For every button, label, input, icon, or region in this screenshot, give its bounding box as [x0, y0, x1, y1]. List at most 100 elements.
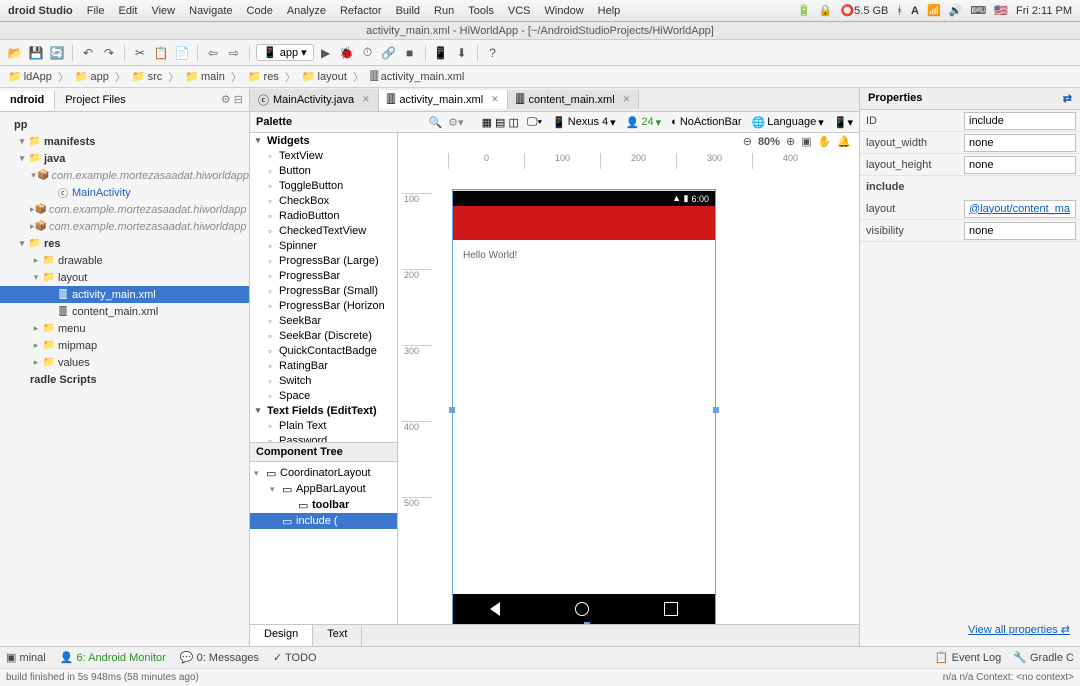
tree-item[interactable]: radle Scripts — [0, 371, 249, 388]
menu-help[interactable]: Help — [598, 5, 621, 17]
close-icon[interactable]: ✕ — [362, 94, 370, 105]
project-tab-files[interactable]: Project Files — [55, 91, 136, 109]
project-tree[interactable]: pp ▾📁manifests▾📁java▾📦com.example.mortez… — [0, 112, 249, 392]
device-select[interactable]: 📱Nexus 4▾ — [550, 116, 618, 129]
copy-icon[interactable]: 📋 — [152, 44, 170, 62]
forward-icon[interactable]: ⇨ — [225, 44, 243, 62]
menu-view[interactable]: View — [151, 5, 175, 17]
redo-icon[interactable]: ↷ — [100, 44, 118, 62]
palette-item[interactable]: ▫ProgressBar (Small) — [250, 283, 397, 298]
palette-item[interactable]: ▫QuickContactBadge — [250, 343, 397, 358]
property-value[interactable]: none — [964, 156, 1076, 174]
menu-code[interactable]: Code — [247, 5, 273, 17]
crumb[interactable]: 📁main — [181, 70, 229, 83]
palette-item[interactable]: ▫Plain Text — [250, 418, 397, 433]
pan-icon[interactable]: ✋ — [818, 135, 832, 148]
crumb[interactable]: 🀫activity_main.xml — [366, 70, 469, 83]
tree-item[interactable]: ▸📦com.example.mortezasaadat.hiworldapp (… — [0, 218, 249, 235]
debug-icon[interactable]: 🐞 — [338, 44, 356, 62]
profile-icon[interactable]: ⏱ — [359, 44, 377, 62]
file-tab[interactable]: ⓒMainActivity.java✕ — [250, 89, 379, 111]
back-icon[interactable]: ⇦ — [204, 44, 222, 62]
bottom-todo[interactable]: ✓ TODO — [273, 651, 317, 664]
attach-icon[interactable]: 🔗 — [380, 44, 398, 62]
expand-icon[interactable]: ⇄ — [1063, 92, 1072, 105]
bottom-eventlog[interactable]: 📋 Event Log — [935, 651, 1001, 664]
close-icon[interactable]: ✕ — [623, 94, 631, 105]
tree-item[interactable]: ▸📁menu — [0, 320, 249, 337]
menu-file[interactable]: File — [87, 5, 105, 17]
palette-item[interactable]: ▫ProgressBar (Large) — [250, 253, 397, 268]
close-icon[interactable]: ✕ — [491, 94, 499, 105]
tab-design[interactable]: Design — [250, 625, 313, 646]
palette-item[interactable]: ▫RatingBar — [250, 358, 397, 373]
bottom-gradle[interactable]: 🔧 Gradle C — [1013, 651, 1074, 664]
crumb[interactable]: 📁src — [128, 70, 166, 83]
undo-icon[interactable]: ↶ — [79, 44, 97, 62]
menu-build[interactable]: Build — [396, 5, 420, 17]
tree-item[interactable]: ▾📁java — [0, 150, 249, 167]
tree-item[interactable]: ▾📁res — [0, 235, 249, 252]
tree-item[interactable]: 🀫content_main.xml — [0, 303, 249, 320]
design-surface[interactable]: ⊖ 80% ⊕ ▣ ✋ 🔔 0100200300400 100200300400… — [398, 133, 859, 624]
palette-list[interactable]: ▾Widgets▫TextView▫Button▫ToggleButton▫Ch… — [250, 133, 397, 443]
tree-item[interactable]: ▸📁drawable — [0, 252, 249, 269]
notifications-icon[interactable]: 🔔 — [837, 135, 851, 148]
tree-item[interactable]: ▾📁manifests — [0, 133, 249, 150]
tree-item[interactable]: ▾📦com.example.mortezasaadat.hiworldapp — [0, 167, 249, 184]
open-icon[interactable]: 📂 — [6, 44, 24, 62]
palette-item[interactable]: ▫ProgressBar (Horizon — [250, 298, 397, 313]
gear-icon[interactable]: ⚙ ⊟ — [215, 93, 249, 106]
tree-item[interactable]: ▸📦com.example.mortezasaadat.hiworldapp (… — [0, 201, 249, 218]
avd-icon[interactable]: 📱 — [432, 44, 450, 62]
run-icon[interactable]: ▶ — [317, 44, 335, 62]
tree-item[interactable]: ▾📁layout — [0, 269, 249, 286]
crumb[interactable]: 📁res — [244, 70, 283, 83]
component-item[interactable]: ▭include ( — [250, 513, 397, 529]
bottom-terminal[interactable]: ▣ minal — [6, 651, 46, 664]
palette-item[interactable]: ▫SeekBar (Discrete) — [250, 328, 397, 343]
crumb[interactable]: 📁ldApp — [4, 70, 56, 83]
crumb[interactable]: 📁layout — [298, 70, 351, 83]
stop-icon[interactable]: ■ — [401, 44, 419, 62]
palette-item[interactable]: ▫Space — [250, 388, 397, 403]
sync-icon[interactable]: 🔄 — [48, 44, 66, 62]
palette-item[interactable]: ▫CheckedTextView — [250, 223, 397, 238]
menu-run[interactable]: Run — [434, 5, 454, 17]
menu-window[interactable]: Window — [545, 5, 584, 17]
orientation-icon[interactable]: 📱▾ — [832, 116, 855, 129]
zoom-in-icon[interactable]: ⊕ — [786, 135, 795, 148]
tree-item[interactable]: ▸📁mipmap — [0, 337, 249, 354]
help-icon[interactable]: ? — [484, 44, 502, 62]
menu-navigate[interactable]: Navigate — [189, 5, 232, 17]
app-menu[interactable]: droid Studio — [8, 5, 73, 17]
palette-gear-icon[interactable]: ⚙▾ — [448, 116, 463, 129]
menu-edit[interactable]: Edit — [119, 5, 138, 17]
tab-text[interactable]: Text — [313, 625, 362, 646]
palette-item[interactable]: ▫SeekBar — [250, 313, 397, 328]
component-item[interactable]: ▾▭AppBarLayout — [250, 481, 397, 497]
zoom-out-icon[interactable]: ⊖ — [743, 135, 752, 148]
property-value[interactable]: @layout/content_ma — [964, 200, 1076, 218]
component-item[interactable]: ▾▭CoordinatorLayout — [250, 465, 397, 481]
tree-item[interactable]: ⓒMainActivity — [0, 184, 249, 201]
paste-icon[interactable]: 📄 — [173, 44, 191, 62]
sdk-icon[interactable]: ⬇ — [453, 44, 471, 62]
palette-item[interactable]: ▫Spinner — [250, 238, 397, 253]
bottom-monitor[interactable]: 👤 6: Android Monitor — [60, 651, 166, 664]
property-value[interactable]: none — [964, 134, 1076, 152]
tree-item[interactable]: ▸📁values — [0, 354, 249, 371]
property-value[interactable]: include — [964, 112, 1076, 130]
palette-item[interactable]: ▫TextView — [250, 148, 397, 163]
crumb[interactable]: 📁app — [71, 70, 113, 83]
theme-select[interactable]: ◐NoActionBar — [669, 116, 743, 128]
palette-item[interactable]: ▫CheckBox — [250, 193, 397, 208]
palette-item[interactable]: ▫ProgressBar — [250, 268, 397, 283]
locale-select[interactable]: 🌐Language▾ — [750, 116, 826, 129]
palette-search-icon[interactable]: 🔍 — [428, 116, 442, 129]
file-tab[interactable]: 🀫content_main.xml✕ — [508, 90, 640, 109]
bottom-messages[interactable]: 💬 0: Messages — [180, 651, 259, 664]
palette-item[interactable]: ▫RadioButton — [250, 208, 397, 223]
run-config[interactable]: 📱 app ▾ — [256, 44, 314, 61]
palette-item[interactable]: ▫Button — [250, 163, 397, 178]
